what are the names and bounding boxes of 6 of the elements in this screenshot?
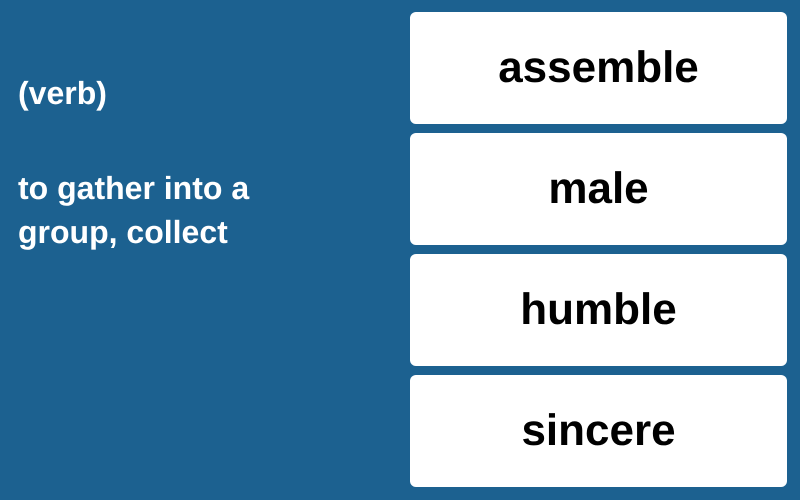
answer-option[interactable]: male xyxy=(410,133,787,245)
answer-option[interactable]: sincere xyxy=(410,375,787,487)
answer-option[interactable]: assemble xyxy=(410,12,787,124)
part-of-speech: (verb) xyxy=(18,74,107,112)
answer-option[interactable]: humble xyxy=(410,254,787,366)
definition-text: to gather into a group, collect xyxy=(18,169,250,252)
